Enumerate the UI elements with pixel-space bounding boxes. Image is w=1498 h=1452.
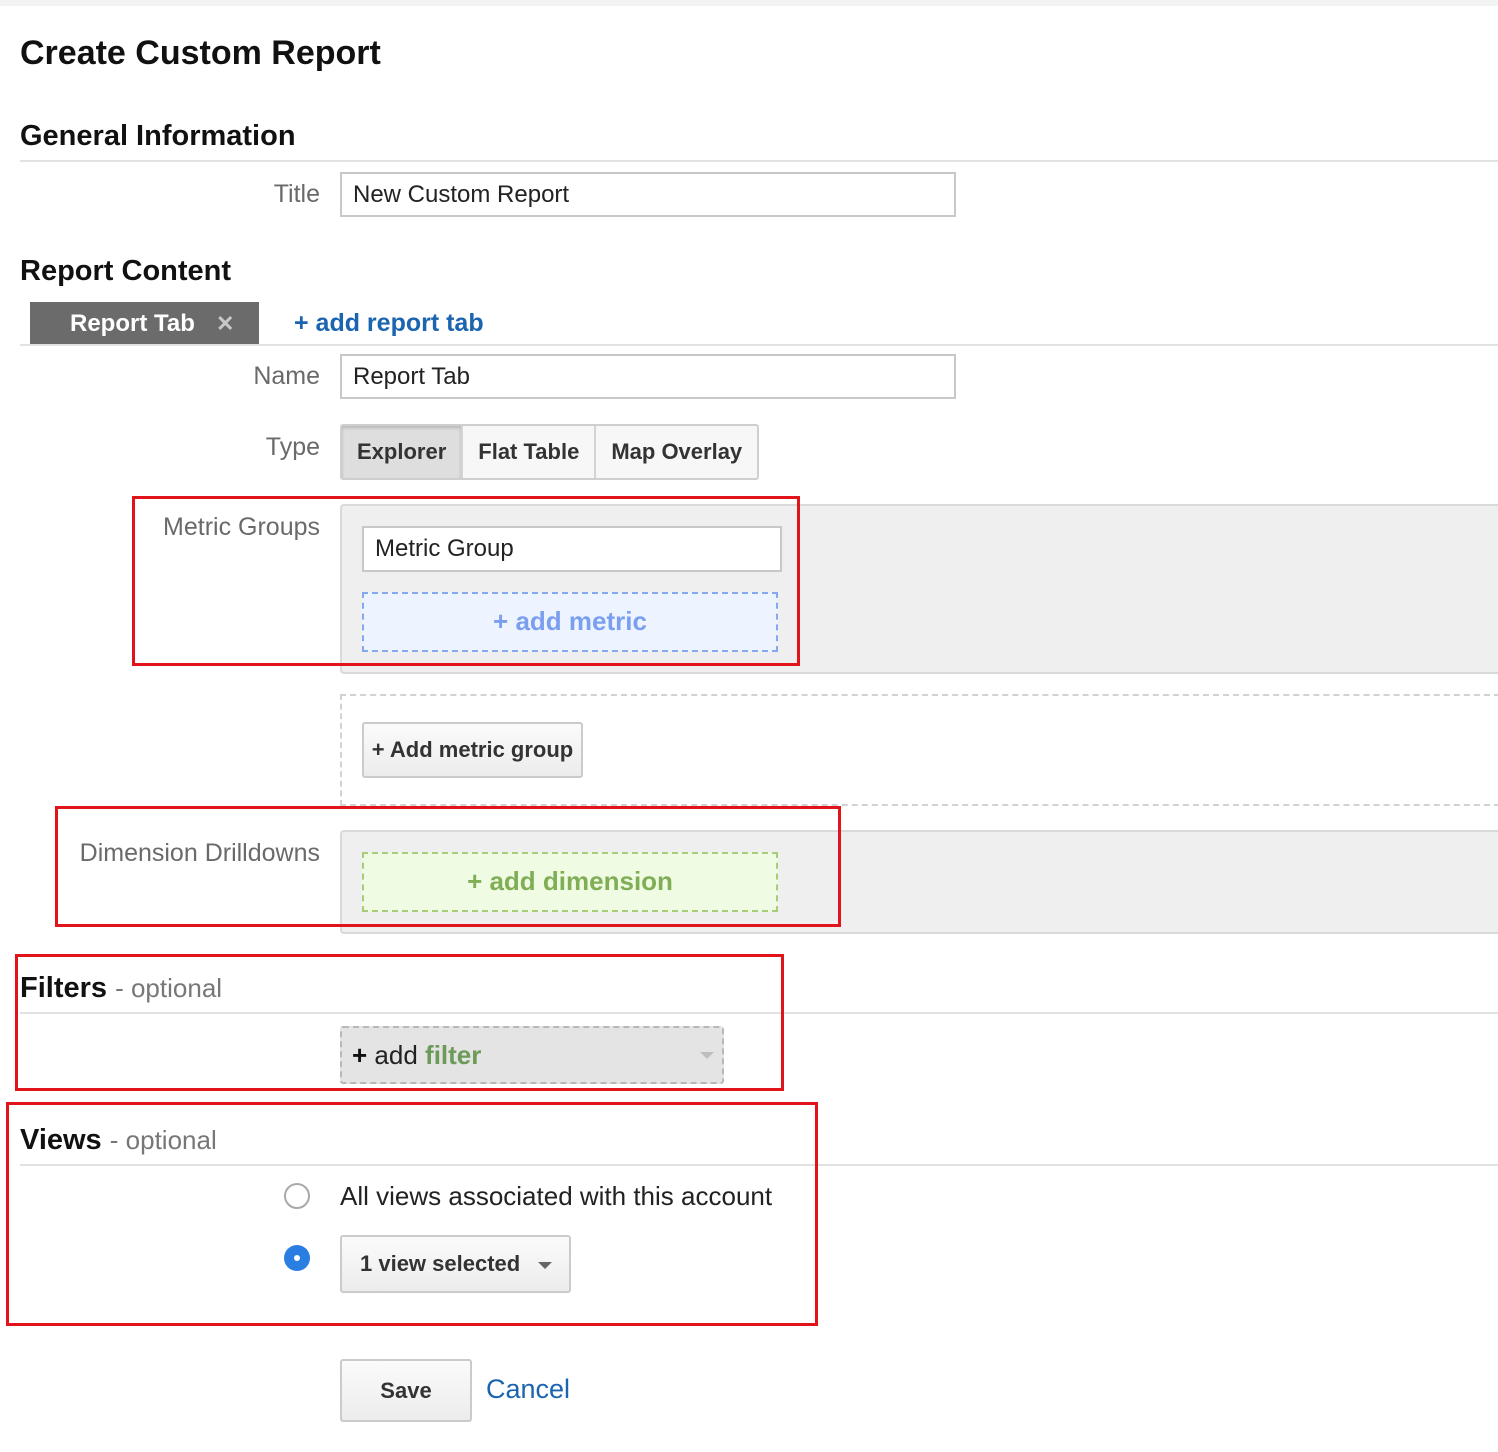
all-views-option-label[interactable]: All views associated with this account (340, 1181, 772, 1212)
type-flat-table-button[interactable]: Flat Table (463, 426, 597, 478)
radio-all-views[interactable] (284, 1183, 310, 1209)
add-filter-dropdown[interactable]: + add filter (340, 1026, 724, 1084)
cancel-link[interactable]: Cancel (486, 1374, 570, 1405)
radio-selected-views[interactable] (284, 1245, 310, 1271)
type-explorer-button[interactable]: Explorer (342, 426, 464, 478)
tab-label: Report Tab (70, 310, 195, 337)
add-report-tab-link[interactable]: + add report tab (294, 309, 484, 338)
top-band (0, 0, 1498, 6)
general-information-heading: General Information (20, 120, 296, 152)
chevron-down-icon (538, 1262, 552, 1269)
views-heading: Views - optional (20, 1124, 217, 1157)
divider (20, 1012, 1498, 1014)
filters-optional-text: - optional (115, 973, 223, 1003)
close-icon[interactable]: ✕ (216, 302, 234, 345)
title-input[interactable] (340, 172, 956, 217)
add-dimension-button[interactable]: + add dimension (362, 852, 778, 912)
views-optional-text: - optional (109, 1125, 217, 1155)
add-metric-group-button[interactable]: + Add metric group (362, 722, 583, 778)
name-input[interactable] (340, 354, 956, 399)
divider (20, 160, 1498, 162)
filters-heading: Filters - optional (20, 972, 222, 1005)
view-selector-dropdown[interactable]: 1 view selected (340, 1235, 571, 1293)
tab-report-tab[interactable]: Report Tab ✕ (30, 302, 259, 345)
type-label: Type (265, 433, 320, 461)
type-map-overlay-button[interactable]: Map Overlay (596, 426, 757, 478)
divider (20, 1164, 1498, 1166)
add-metric-button[interactable]: + add metric (362, 592, 778, 652)
dimension-drilldowns-label: Dimension Drilldowns (79, 839, 320, 867)
title-label: Title (273, 180, 320, 208)
name-label: Name (253, 362, 320, 390)
report-content-heading: Report Content (20, 255, 232, 287)
page-title: Create Custom Report (20, 34, 381, 72)
view-selector-label: 1 view selected (360, 1251, 521, 1276)
type-segmented-control: Explorer Flat Table Map Overlay (340, 424, 760, 480)
save-button[interactable]: Save (340, 1359, 472, 1422)
metric-groups-label: Metric Groups (163, 513, 320, 541)
divider (20, 344, 1498, 346)
chevron-down-icon (700, 1052, 714, 1059)
filters-heading-text: Filters (20, 972, 108, 1004)
metric-group-name-input[interactable] (362, 526, 782, 572)
add-filter-add: add (374, 1040, 418, 1070)
views-heading-text: Views (20, 1124, 102, 1156)
add-filter-word: filter (425, 1040, 482, 1070)
